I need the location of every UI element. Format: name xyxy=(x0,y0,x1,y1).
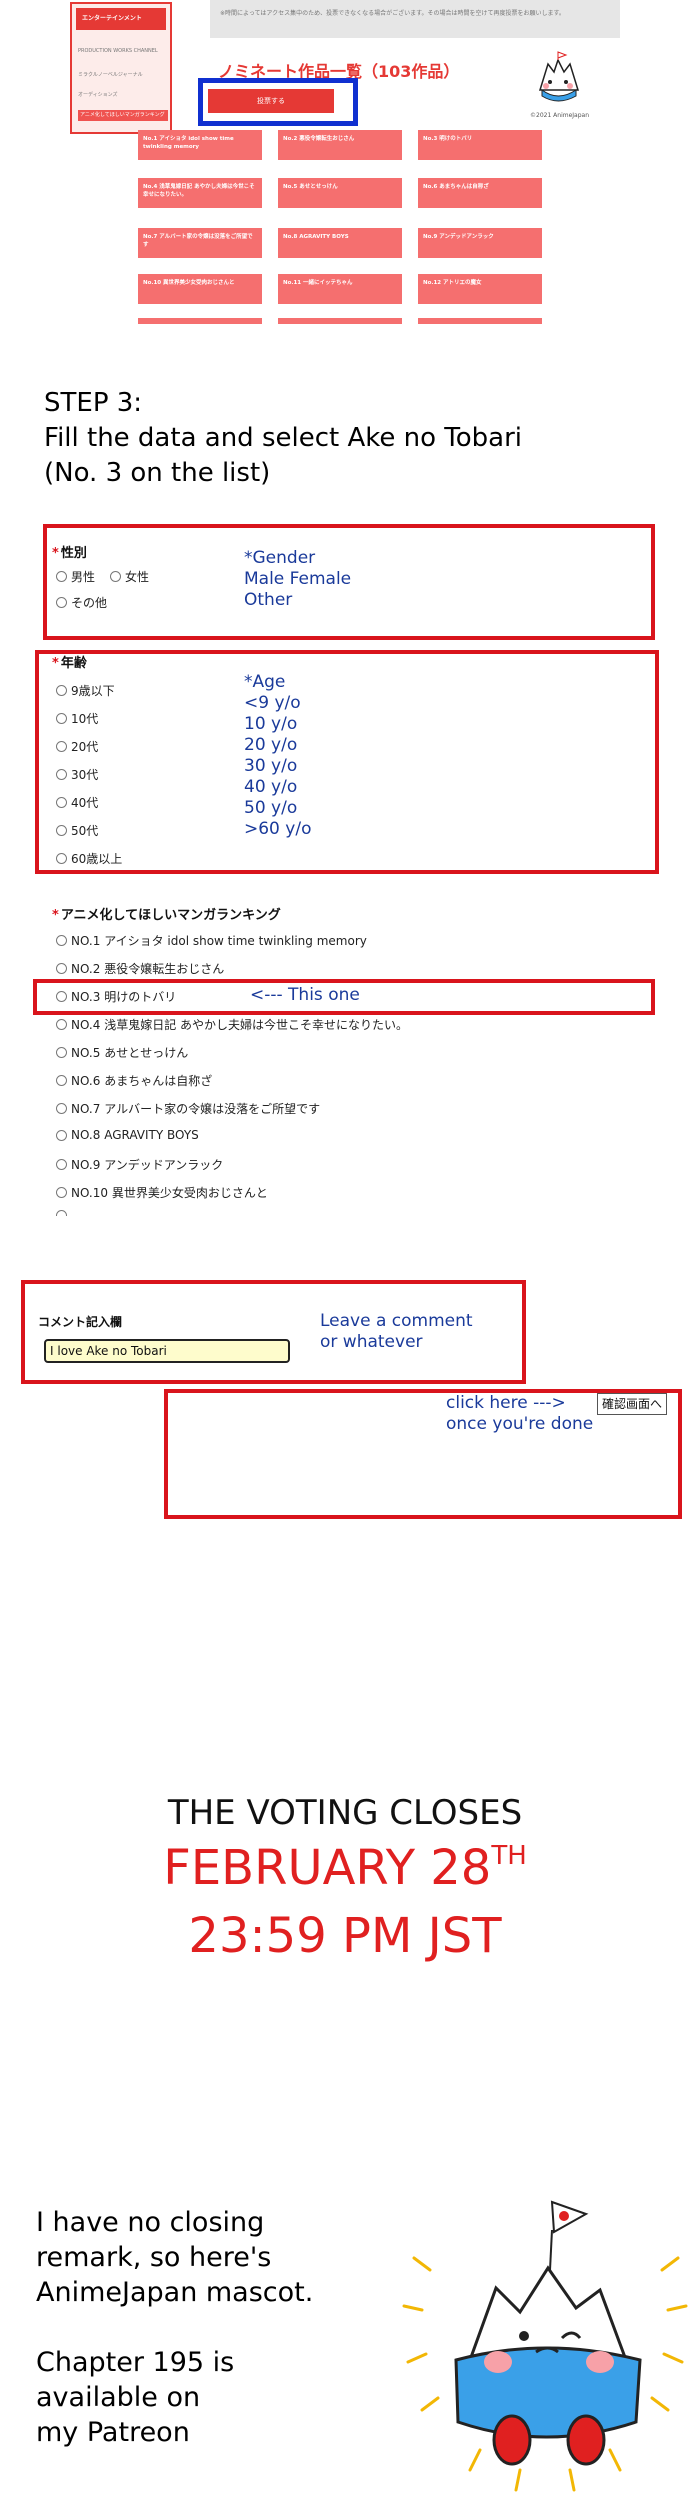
step-instructions: STEP 3: Fill the data and select Ake no … xyxy=(44,388,523,488)
nominee-tile[interactable]: No.11 一緒にイッテちゃん xyxy=(278,274,402,304)
nominee-tile[interactable]: No.12 アトリエの魔女 xyxy=(418,274,542,304)
ranking-option[interactable]: NO.1 アイショタ idol show time twinkling memo… xyxy=(56,932,367,949)
radio-icon[interactable] xyxy=(56,797,67,808)
notice-bar: ※時間によってはアクセス集中のため、投票できなくなる場合がございます。その場合は… xyxy=(210,0,620,38)
age-option[interactable]: 10代 xyxy=(56,710,98,727)
radio-icon[interactable] xyxy=(56,1019,67,1030)
radio-icon[interactable] xyxy=(56,1103,67,1114)
comment-annotation: Leave a comment or whatever xyxy=(320,1311,473,1352)
ranking-option[interactable]: NO.2 悪役令嬢転生おじさん xyxy=(56,960,224,977)
nominee-tile-cut xyxy=(418,318,542,324)
age-label: * 年齢 xyxy=(52,656,87,671)
side-menu-item[interactable]: PRODUCTION WORKS CHANNEL xyxy=(78,48,168,55)
ranking-option[interactable]: NO.5 あせとせっけん xyxy=(56,1044,188,1061)
voting-close-date: FEBRUARY 28TH xyxy=(163,1840,527,1896)
ranking-option-cut xyxy=(56,1210,71,1216)
nominee-tile[interactable]: No.6 あまちゃんは自称ざ xyxy=(418,178,542,208)
vote-button[interactable]: 投票する xyxy=(208,89,334,113)
ranking-option[interactable]: NO.9 アンデッドアンラック xyxy=(56,1156,223,1173)
side-menu-item-active[interactable]: アニメ化してほしいマンガランキング xyxy=(78,110,168,121)
ranking-option[interactable]: NO.4 浅草鬼嫁日記 あやかし夫婦は今世こそ幸せになりたい。 xyxy=(56,1016,408,1033)
radio-icon[interactable] xyxy=(56,853,67,864)
ranking-label: * アニメ化してほしいマンガランキング xyxy=(52,908,281,923)
radio-icon[interactable] xyxy=(56,1129,67,1141)
nominee-tile[interactable]: No.9 アンデッドアンラック xyxy=(418,228,542,258)
radio-icon[interactable] xyxy=(56,825,67,836)
nominee-tile[interactable]: No.7 アルバート家の令嬢は没落をご所望です xyxy=(138,228,262,258)
site-screenshot: エンターテインメント PRODUCTION WORKS CHANNEL ミラクル… xyxy=(60,0,620,330)
closing-remark: I have no closing remark, so here's Anim… xyxy=(36,2207,314,2448)
radio-icon xyxy=(56,1210,67,1216)
radio-icon[interactable] xyxy=(56,597,67,608)
voting-close-time: 23:59 PM JST xyxy=(188,1908,502,1964)
comment-label: コメント記入欄 xyxy=(38,1315,123,1329)
nominee-tile[interactable]: No.5 あせとせっけん xyxy=(278,178,402,208)
animejapan-mascot-icon xyxy=(402,2200,688,2492)
ranking-option[interactable]: NO.6 あまちゃんは自称ざ xyxy=(56,1072,212,1089)
ranking-option[interactable]: NO.10 異世界美少女受肉おじさんと xyxy=(56,1184,268,1201)
gender-option-male[interactable]: 男性 xyxy=(56,568,95,585)
radio-icon[interactable] xyxy=(56,713,67,724)
age-option[interactable]: 20代 xyxy=(56,738,98,755)
side-menu: エンターテインメント PRODUCTION WORKS CHANNEL ミラクル… xyxy=(70,2,172,134)
voting-closes-heading: THE VOTING CLOSES xyxy=(167,1793,523,1833)
gender-option-other[interactable]: その他 xyxy=(56,594,107,611)
age-option[interactable]: 30代 xyxy=(56,766,98,783)
side-menu-item[interactable]: ミラクルノーベルジャーナル xyxy=(78,72,168,79)
copyright: ©2021 AnimeJapan xyxy=(530,112,590,119)
nominee-tile[interactable]: No.4 浅草鬼嫁日記 あやかし夫婦は今世こそ幸せになりたい。 xyxy=(138,178,262,208)
confirm-button[interactable]: 確認画面へ xyxy=(597,1393,667,1415)
side-menu-header[interactable]: エンターテインメント xyxy=(76,8,166,30)
ranking-option[interactable]: NO.7 アルバート家の令嬢は没落をご所望です xyxy=(56,1100,320,1117)
radio-icon[interactable] xyxy=(56,571,67,582)
side-menu-item[interactable]: オーディションズ xyxy=(78,92,168,99)
nominee-tile-cut xyxy=(138,318,262,324)
radio-icon[interactable] xyxy=(56,685,67,696)
confirm-annotation: click here ---> once you're done xyxy=(446,1393,594,1434)
nominee-tile[interactable]: No.10 異世界美少女受肉おじさんと xyxy=(138,274,262,304)
radio-icon[interactable] xyxy=(56,1159,67,1170)
ranking-annotation: <--- This one xyxy=(250,985,360,1005)
age-option[interactable]: 60歳以上 xyxy=(56,850,122,867)
nominee-tile[interactable]: No.2 悪役令嬢転生おじさん xyxy=(278,130,402,160)
radio-icon[interactable] xyxy=(56,935,67,946)
gender-option-female[interactable]: 女性 xyxy=(110,568,149,585)
mascot-small-icon xyxy=(538,51,580,102)
radio-icon[interactable] xyxy=(110,571,121,582)
comment-input[interactable]: I love Ake no Tobari xyxy=(44,1339,290,1363)
age-annotation: *Age <9 y/o 10 y/o 20 y/o 30 y/o 40 y/o … xyxy=(244,672,312,839)
ranking-option[interactable]: NO.8 AGRAVITY BOYS xyxy=(56,1128,199,1142)
gender-label: * 性別 xyxy=(52,546,87,561)
nominee-tile[interactable]: No.8 AGRAVITY BOYS xyxy=(278,228,402,258)
age-option[interactable]: 9歳以下 xyxy=(56,682,115,699)
radio-icon[interactable] xyxy=(56,1075,67,1086)
radio-icon[interactable] xyxy=(56,1047,67,1058)
radio-icon[interactable] xyxy=(56,963,67,974)
age-option[interactable]: 50代 xyxy=(56,822,98,839)
gender-annotation: *Gender Male Female Other xyxy=(244,548,352,610)
radio-icon[interactable] xyxy=(56,1187,67,1198)
age-option[interactable]: 40代 xyxy=(56,794,98,811)
radio-icon[interactable] xyxy=(56,769,67,780)
radio-icon[interactable] xyxy=(56,741,67,752)
nominee-tile[interactable]: No.3 明けのトバリ xyxy=(418,130,542,160)
nominee-tile-cut xyxy=(278,318,402,324)
age-highlight-box xyxy=(35,650,659,874)
nominee-tile[interactable]: No.1 アイショタ idol show time twinkling memo… xyxy=(138,130,262,160)
